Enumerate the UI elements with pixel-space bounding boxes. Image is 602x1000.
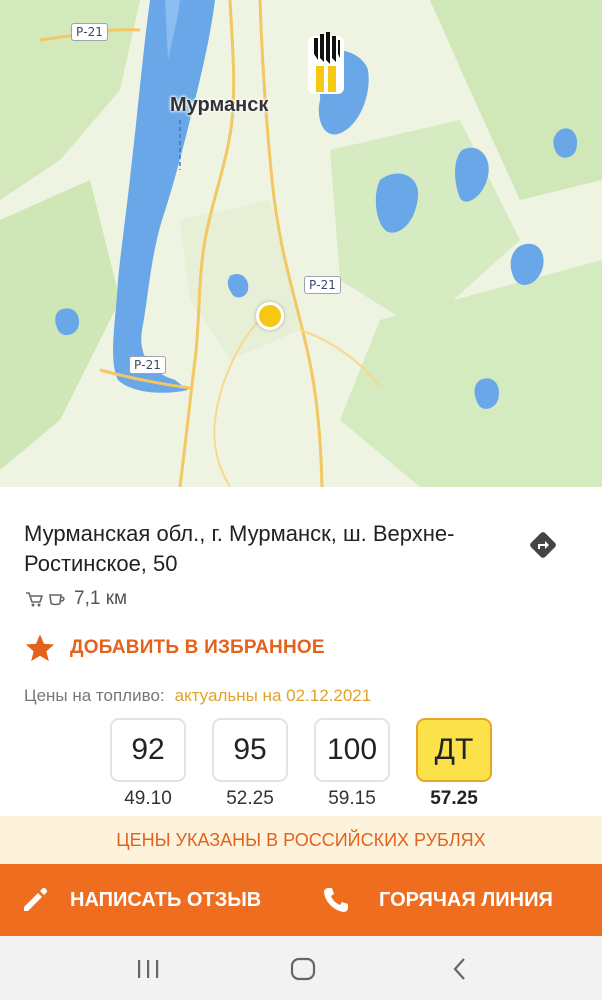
recent-apps-icon[interactable]: [133, 956, 163, 982]
system-nav-bar: [0, 936, 602, 1000]
road-badge: Р-21: [71, 23, 108, 41]
fuel-grade-label: ДТ: [416, 718, 492, 782]
fuel-prices-header: Цены на топливо: актуальны на 02.12.2021: [24, 686, 371, 706]
back-icon[interactable]: [446, 956, 476, 982]
map-view[interactable]: Мурманск Р-21 Р-21 Р-21: [0, 0, 602, 487]
cart-icon: [26, 592, 44, 607]
map-canvas: [0, 0, 602, 487]
route-directions-icon[interactable]: [526, 528, 560, 562]
add-to-favorites-label: ДОБАВИТЬ В ИЗБРАННОЕ: [70, 637, 325, 658]
pencil-icon: [24, 887, 48, 911]
coffee-cup-icon: [49, 594, 65, 606]
write-review-label: НАПИСАТЬ ОТЗЫВ: [70, 888, 262, 911]
fuel-price: 52.25: [226, 788, 274, 809]
currency-note: ЦЕНЫ УКАЗАНЫ В РОССИЙСКИХ РУБЛЯХ: [0, 816, 602, 864]
fuel-grade-label: 95: [212, 718, 288, 782]
action-bar: НАПИСАТЬ ОТЗЫВ ГОРЯЧАЯ ЛИНИЯ: [0, 864, 602, 936]
fuel-price: 59.15: [328, 788, 376, 809]
home-icon[interactable]: [288, 956, 318, 982]
station-amenities: 7,1 км: [24, 588, 127, 610]
road-badge: Р-21: [129, 356, 166, 374]
fuel-price: 57.25: [430, 788, 478, 809]
current-location-dot: [256, 302, 284, 330]
road-badge: Р-21: [304, 276, 341, 294]
write-review-button[interactable]: НАПИСАТЬ ОТЗЫВ: [0, 864, 301, 936]
fuel-grade-label: 92: [110, 718, 186, 782]
fuel-grade-diesel[interactable]: ДТ 57.25: [416, 718, 492, 810]
distance-text: 7,1 км: [74, 588, 128, 609]
station-address: Мурманская обл., г. Мурманск, ш. Верхне-…: [24, 521, 455, 576]
fuel-grade-95[interactable]: 95 52.25: [212, 718, 288, 810]
fuel-grade-label: 100: [314, 718, 390, 782]
phone-icon: [324, 888, 348, 912]
add-to-favorites-button[interactable]: ДОБАВИТЬ В ИЗБРАННОЕ: [24, 632, 325, 664]
fuel-prices-label: Цены на топливо:: [24, 686, 165, 705]
star-icon: [25, 634, 55, 662]
hotline-button[interactable]: ГОРЯЧАЯ ЛИНИЯ: [301, 864, 602, 936]
prices-date: актуальны на 02.12.2021: [174, 686, 372, 705]
fuel-grade-100[interactable]: 100 59.15: [314, 718, 390, 810]
rosneft-station-pin-icon[interactable]: [304, 32, 348, 98]
city-label: Мурманск: [170, 94, 269, 116]
hotline-label: ГОРЯЧАЯ ЛИНИЯ: [379, 888, 553, 911]
fuel-grade-92[interactable]: 92 49.10: [110, 718, 186, 810]
fuel-price: 49.10: [124, 788, 172, 809]
